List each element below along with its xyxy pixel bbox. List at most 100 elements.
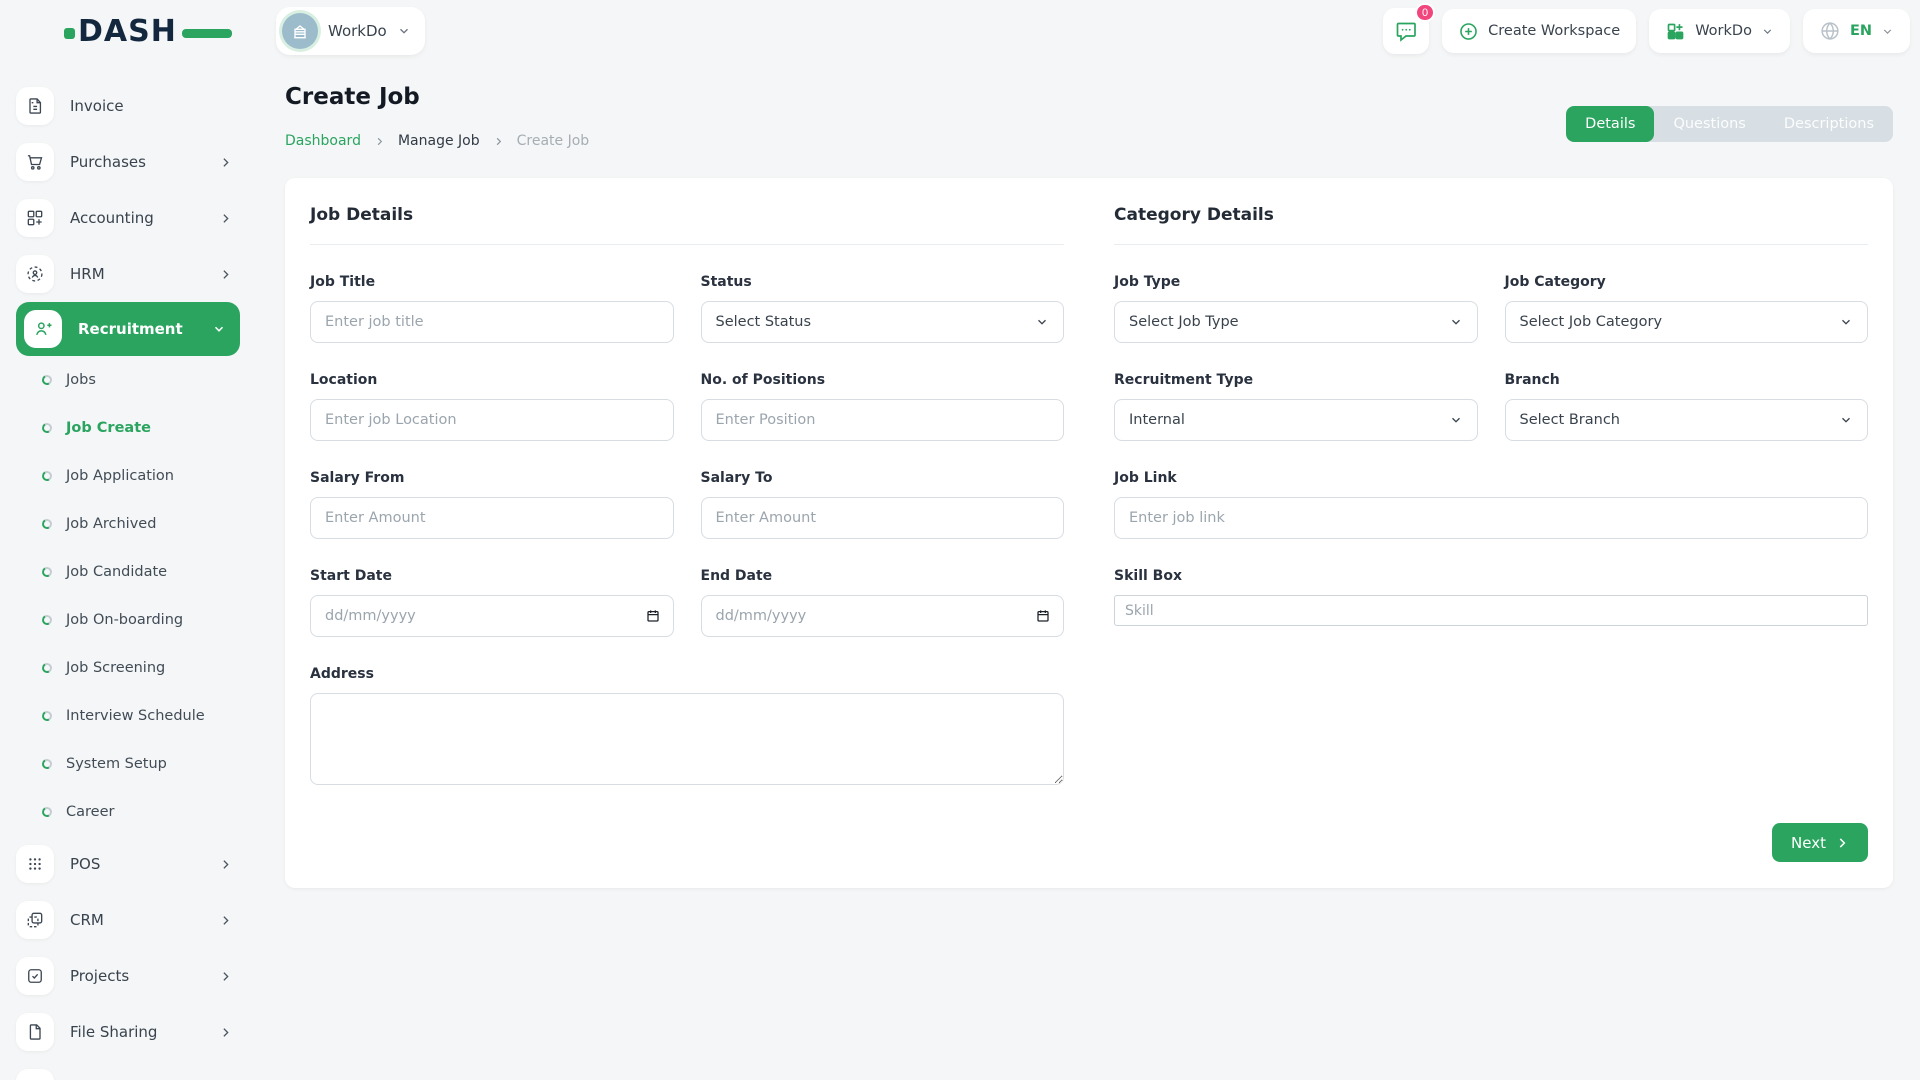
section-heading: Category Details [1114, 205, 1868, 245]
sidebar-item-pos[interactable]: POS [16, 836, 240, 892]
account-menu-button[interactable]: WorkDo [1649, 9, 1790, 53]
recruitment-type-select[interactable]: Internal [1114, 399, 1478, 441]
sidebar-item-label: POS [70, 855, 100, 873]
job-link-input[interactable] [1114, 497, 1868, 539]
submenu-bullet-icon [41, 518, 53, 530]
grid-plus-icon [16, 199, 54, 237]
next-button-label: Next [1791, 834, 1826, 852]
skill-input[interactable] [1114, 595, 1868, 626]
sidebar-item-purchases[interactable]: Purchases [16, 134, 240, 190]
sidebar-item-label: Invoice [70, 97, 124, 115]
messages-button[interactable]: 0 [1383, 8, 1429, 54]
start-date-input[interactable] [310, 595, 674, 637]
create-workspace-button[interactable]: Create Workspace [1442, 9, 1636, 53]
salary-from-label: Salary From [310, 470, 674, 486]
sidebar-subitem-job-archived[interactable]: Job Archived [16, 500, 240, 548]
sidebar-subitem-system-setup[interactable]: System Setup [16, 740, 240, 788]
sidebar-subitem-jobs[interactable]: Jobs [16, 356, 240, 404]
sidebar-item-recruitment[interactable]: Recruitment [16, 302, 240, 356]
salary-to-input[interactable] [701, 497, 1065, 539]
sidebar-item-label: Purchases [70, 153, 146, 171]
chevron-right-icon [219, 268, 232, 281]
sidebar-item-label: Recruitment [78, 320, 183, 338]
submenu-bullet-icon [41, 758, 53, 770]
next-button[interactable]: Next [1772, 823, 1868, 862]
sidebar-item-label: HRM [70, 265, 105, 283]
logo-text: DASH [78, 14, 177, 49]
module-icon [16, 1069, 54, 1080]
select-value: Select Job Category [1520, 314, 1663, 330]
sidebar-item-accounting[interactable]: Accounting [16, 190, 240, 246]
workspace-name: WorkDo [328, 22, 387, 40]
sidebar-subitem-job-candidate[interactable]: Job Candidate [16, 548, 240, 596]
sidebar-subitem-career[interactable]: Career [16, 788, 240, 836]
location-label: Location [310, 372, 674, 388]
salary-to-label: Salary To [701, 470, 1065, 486]
sidebar-item-label: Projects [70, 967, 129, 985]
language-selector[interactable]: EN [1803, 9, 1910, 53]
job-title-label: Job Title [310, 274, 674, 290]
sidebar-item-label: File Sharing [70, 1023, 157, 1041]
topbar-actions: 0 Create Workspace WorkDo EN [1383, 7, 1910, 55]
sidebar-subitem-job-create[interactable]: Job Create [16, 404, 240, 452]
sidebar-item-label: CRM [70, 911, 104, 929]
chevron-right-icon [219, 1026, 232, 1039]
sidebar-item-file-sharing[interactable]: File Sharing [16, 1004, 240, 1060]
logo-dash [182, 29, 232, 38]
sidebar-subitem-interview-schedule[interactable]: Interview Schedule [16, 692, 240, 740]
sidebar-item-label: Accounting [70, 209, 154, 227]
job-title-input[interactable] [310, 301, 674, 343]
sidebar-subitem-label: Job Screening [66, 660, 165, 676]
breadcrumb-manage-job[interactable]: Manage Job [398, 133, 480, 149]
globe-icon [1819, 20, 1841, 42]
tab-details[interactable]: Details [1566, 106, 1654, 142]
sidebar: Invoice Purchases Accounting [0, 62, 256, 1080]
job-type-select[interactable]: Select Job Type [1114, 301, 1478, 343]
sidebar-item-crm[interactable]: CRM [16, 892, 240, 948]
submenu-bullet-icon [41, 614, 53, 626]
select-value: Internal [1129, 412, 1185, 428]
create-workspace-label: Create Workspace [1488, 23, 1620, 39]
positions-input[interactable] [701, 399, 1065, 441]
chevron-right-icon [1835, 836, 1849, 850]
job-category-select[interactable]: Select Job Category [1505, 301, 1869, 343]
sidebar-subitem-job-screening[interactable]: Job Screening [16, 644, 240, 692]
tab-descriptions[interactable]: Descriptions [1765, 106, 1893, 142]
chevron-down-icon [1449, 315, 1463, 329]
job-category-label: Job Category [1505, 274, 1869, 290]
chevron-right-icon [493, 136, 504, 147]
tab-questions[interactable]: Questions [1654, 106, 1764, 142]
dash-logo: DASH [64, 0, 232, 62]
location-input[interactable] [310, 399, 674, 441]
chevron-right-icon [219, 858, 232, 871]
sidebar-subitem-job-application[interactable]: Job Application [16, 452, 240, 500]
status-select[interactable]: Select Status [701, 301, 1065, 343]
breadcrumb-dashboard[interactable]: Dashboard [285, 133, 361, 149]
submenu-bullet-icon [41, 470, 53, 482]
sidebar-item-partial[interactable] [16, 1060, 240, 1080]
sidebar-subitem-job-onboarding[interactable]: Job On-boarding [16, 596, 240, 644]
end-date-input[interactable] [701, 595, 1065, 637]
salary-from-input[interactable] [310, 497, 674, 539]
chevron-down-icon [397, 24, 411, 38]
file-icon [16, 1013, 54, 1051]
address-textarea[interactable] [310, 693, 1064, 785]
sidebar-subitem-label: Jobs [66, 372, 96, 388]
submenu-bullet-icon [41, 566, 53, 578]
chevron-down-icon [1449, 413, 1463, 427]
submenu-bullet-icon [41, 374, 53, 386]
branch-label: Branch [1505, 372, 1869, 388]
workspace-switcher[interactable]: WorkDo [276, 7, 425, 55]
sidebar-item-hrm[interactable]: HRM [16, 246, 240, 302]
branch-select[interactable]: Select Branch [1505, 399, 1869, 441]
overlap-squares-icon [16, 901, 54, 939]
sidebar-item-projects[interactable]: Projects [16, 948, 240, 1004]
sidebar-subitem-label: Job Application [66, 468, 174, 484]
building-icon [290, 21, 310, 41]
invoice-icon [16, 87, 54, 125]
sidebar-item-invoice[interactable]: Invoice [16, 78, 240, 134]
section-heading: Job Details [310, 205, 1064, 245]
skill-box-label: Skill Box [1114, 568, 1868, 584]
chat-icon [1394, 19, 1418, 43]
chevron-down-icon [1881, 25, 1894, 38]
